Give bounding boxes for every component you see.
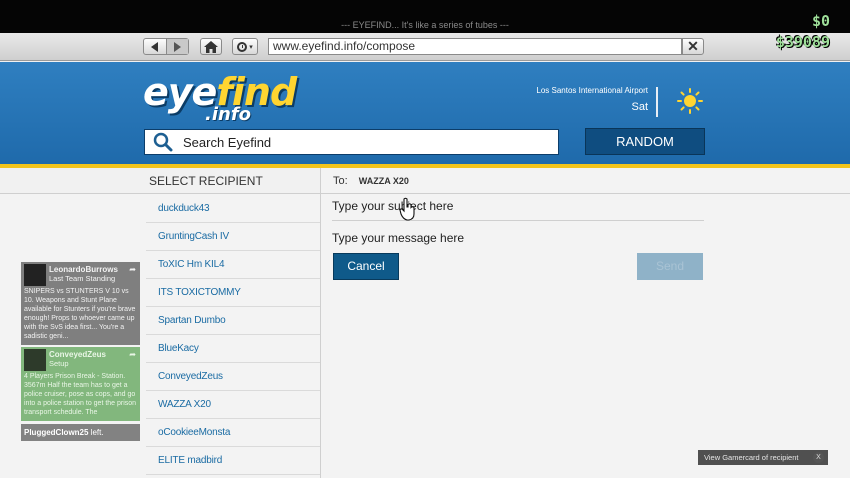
cash-amount: $0	[811, 12, 830, 30]
address-bar[interactable]: www.eyefind.info/compose	[268, 38, 682, 55]
subject-field[interactable]: Type your subject here	[332, 199, 704, 221]
to-row: To: WAZZA X20	[321, 168, 850, 194]
share-arrow-icon: ➦	[129, 265, 136, 274]
sun-icon	[677, 88, 703, 114]
avatar	[24, 349, 46, 371]
site-header: eyefind .info Los Santos International A…	[0, 62, 850, 164]
search-box	[144, 129, 559, 155]
cancel-button[interactable]: Cancel	[333, 253, 399, 280]
send-button[interactable]: Send	[637, 253, 703, 280]
browser-toolbar: ▾ www.eyefind.info/compose ✕	[0, 33, 850, 61]
eyefind-logo[interactable]: eyefind .info	[143, 70, 297, 125]
home-icon	[204, 40, 218, 53]
feed-description: SNIPERS vs STUNTERS V 10 vs 10. Weapons …	[24, 288, 136, 340]
left-text: left.	[90, 428, 104, 437]
recipient-item[interactable]: ToXIC Hm KIL4	[146, 251, 320, 279]
money-hud: $0 $39089	[776, 12, 830, 51]
recipient-item[interactable]: BlueKacy	[146, 335, 320, 363]
clock-icon	[237, 41, 248, 52]
left-player-name: PluggedClown25	[24, 428, 89, 437]
recipient-item[interactable]: oCookieeMonsta	[146, 419, 320, 447]
location-name: Los Santos International Airport	[536, 86, 648, 95]
message-field[interactable]: Type your message here	[332, 231, 704, 245]
feed-card[interactable]: ➦ ConveyedZeus Setup 4 Players Prison Br…	[21, 347, 140, 421]
back-button[interactable]	[144, 39, 166, 54]
search-icon[interactable]	[153, 132, 173, 152]
recipient-item[interactable]: GruntingCash IV	[146, 223, 320, 251]
recipient-item[interactable]: ConveyedZeus	[146, 363, 320, 391]
forward-arrow-icon	[173, 41, 181, 52]
share-arrow-icon: ➦	[129, 350, 136, 359]
view-gamercard-prompt[interactable]: View Gamercard of recipient X	[698, 450, 828, 465]
player-left-notice: PluggedClown25 left.	[21, 424, 140, 441]
recipient-item[interactable]: WAZZA X20	[146, 391, 320, 419]
bank-amount: $39089	[775, 33, 830, 51]
gamercard-label: View Gamercard of recipient	[704, 453, 799, 462]
feed-description: 4 Players Prison Break - Station. 3567m …	[24, 373, 137, 416]
window-title-bar: --- EYEFIND... It's like a series of tub…	[0, 0, 850, 33]
nav-buttons	[143, 38, 189, 55]
feed-card[interactable]: ➦ LeonardoBurrows Last Team Standing SNI…	[21, 262, 140, 345]
stop-button[interactable]: ✕	[682, 38, 704, 55]
search-input[interactable]	[183, 134, 523, 150]
history-button[interactable]: ▾	[232, 38, 258, 55]
day-label: Sat	[631, 101, 648, 113]
column-divider	[320, 168, 321, 478]
header-divider	[656, 87, 658, 117]
feed-mode: Setup	[49, 359, 69, 368]
recipient-item[interactable]: duckduck43	[146, 195, 320, 223]
to-value: WAZZA X20	[358, 176, 409, 186]
x-button-icon: X	[813, 452, 824, 463]
recipient-list: duckduck43 GruntingCash IV ToXIC Hm KIL4…	[146, 195, 320, 475]
screen: --- EYEFIND... It's like a series of tub…	[0, 0, 850, 478]
forward-button[interactable]	[165, 39, 188, 54]
logo-info-text: .info	[205, 104, 252, 125]
url-text: www.eyefind.info/compose	[273, 39, 416, 53]
chevron-down-icon: ▾	[249, 43, 253, 51]
location-panel: Los Santos International Airport Sat	[536, 86, 648, 113]
select-recipient-header: SELECT RECIPIENT	[0, 168, 320, 194]
hand-cursor-icon	[399, 197, 415, 221]
activity-feed: ➦ LeonardoBurrows Last Team Standing SNI…	[21, 262, 140, 441]
avatar	[24, 264, 46, 286]
close-icon: ✕	[687, 38, 699, 54]
back-arrow-icon	[151, 41, 159, 52]
recipient-item[interactable]: Spartan Dumbo	[146, 307, 320, 335]
to-label: To:	[333, 175, 348, 187]
recipient-item[interactable]: ITS TOXICTOMMY	[146, 279, 320, 307]
feed-player: LeonardoBurrows	[49, 265, 118, 274]
random-button[interactable]: RANDOM	[585, 128, 705, 155]
feed-mode: Last Team Standing	[49, 274, 116, 283]
recipient-item[interactable]: ELITE madbird	[146, 447, 320, 475]
home-button[interactable]	[200, 38, 222, 55]
feed-player: ConveyedZeus	[49, 350, 106, 359]
